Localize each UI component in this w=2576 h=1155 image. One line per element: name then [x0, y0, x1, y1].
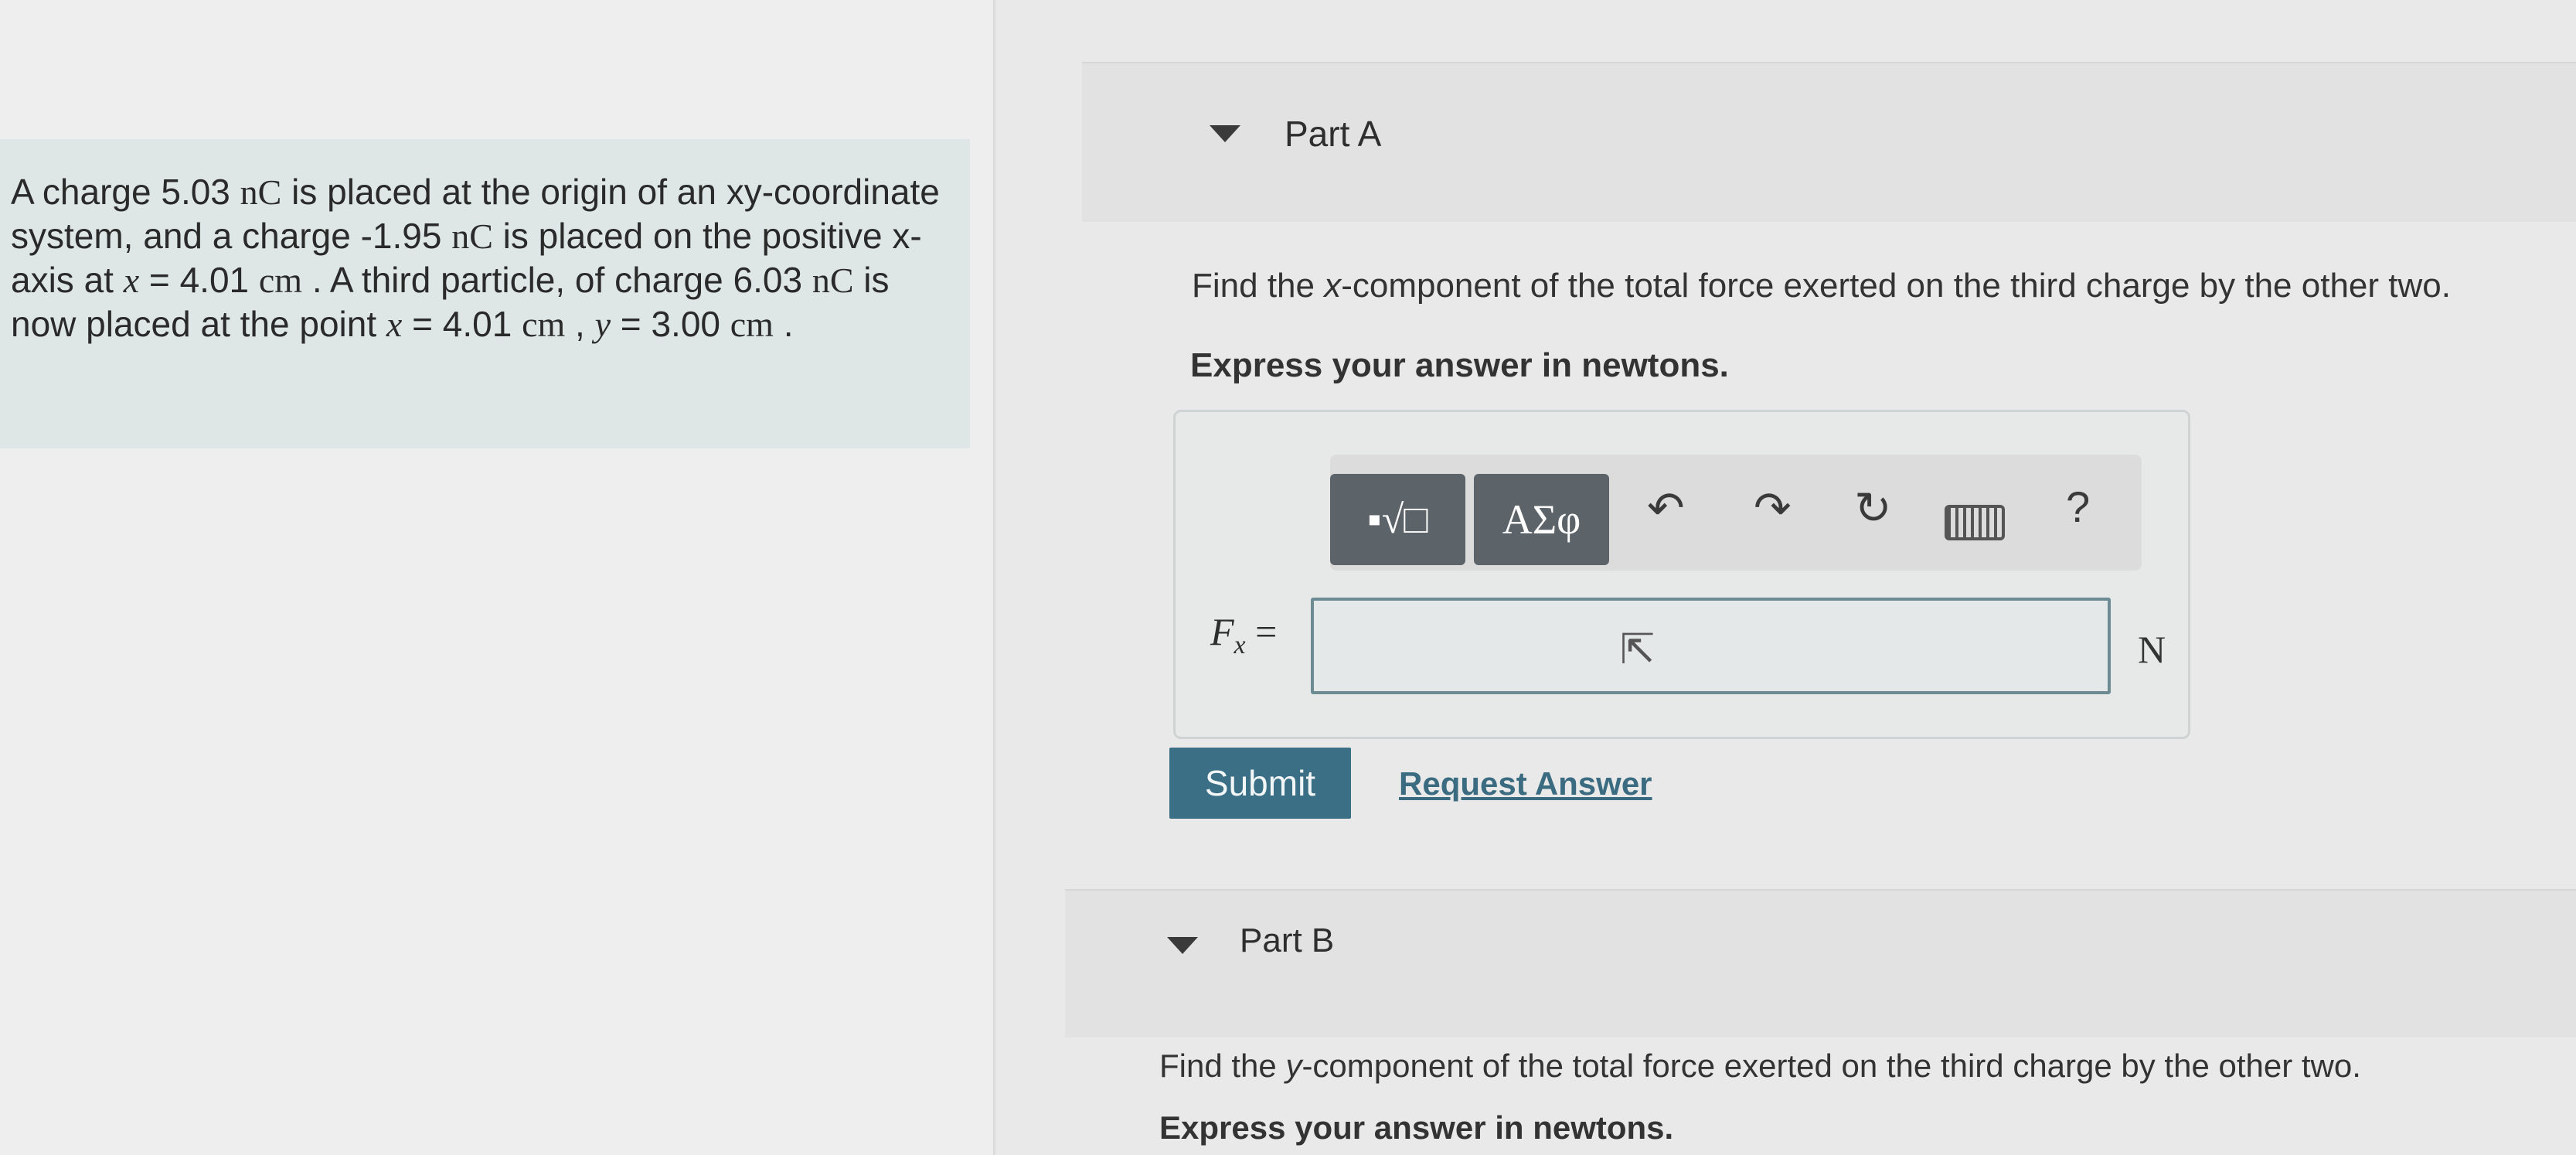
- part-a-header[interactable]: Part A: [1082, 62, 2576, 222]
- help-icon[interactable]: ?: [2066, 482, 2090, 532]
- answer-box: ▪√□ ΑΣφ ↶ ↷ ↻ ? Fx = ⇱ N: [1173, 410, 2190, 739]
- part-b-instruction: Express your answer in newtons.: [1159, 1109, 1674, 1146]
- problem-column: A charge 5.03 nC is placed at the origin…: [0, 0, 995, 1155]
- part-b-title: Part B: [1240, 922, 1335, 959]
- part-a-title: Part A: [1285, 114, 1382, 154]
- math-toolbar: ▪√□ ΑΣφ ↶ ↷ ↻ ?: [1330, 455, 2142, 571]
- undo-icon[interactable]: ↶: [1647, 482, 1685, 534]
- problem-statement: A charge 5.03 nC is placed at the origin…: [11, 172, 940, 344]
- parts-column: Part A Find the x-component of the total…: [995, 0, 2576, 1155]
- keyboard-icon[interactable]: [1945, 505, 2005, 540]
- answer-unit: N: [2138, 628, 2166, 671]
- answer-input[interactable]: [1311, 598, 2111, 694]
- answer-label: Fx =: [1210, 610, 1278, 659]
- problem-statement-box: A charge 5.03 nC is placed at the origin…: [0, 139, 970, 448]
- greek-symbols-button[interactable]: ΑΣφ: [1474, 474, 1609, 565]
- part-a-prompt: Find the x-component of the total force …: [1192, 267, 2451, 305]
- part-b-header[interactable]: Part B: [1065, 889, 2576, 1037]
- redo-icon[interactable]: ↷: [1754, 482, 1792, 534]
- templates-button[interactable]: ▪√□: [1330, 474, 1465, 565]
- submit-button[interactable]: Submit: [1169, 748, 1351, 819]
- collapse-caret-icon[interactable]: [1210, 125, 1240, 142]
- collapse-caret-icon[interactable]: [1167, 937, 1198, 954]
- greek-icon: ΑΣφ: [1502, 496, 1581, 543]
- templates-icon: ▪√□: [1367, 497, 1428, 542]
- part-a-instruction: Express your answer in newtons.: [1190, 346, 1729, 384]
- request-answer-link[interactable]: Request Answer: [1399, 765, 1652, 802]
- part-b-prompt: Find the y-component of the total force …: [1159, 1048, 2361, 1084]
- reset-icon[interactable]: ↻: [1854, 482, 1892, 534]
- cursor-icon: ⇱: [1620, 626, 1656, 673]
